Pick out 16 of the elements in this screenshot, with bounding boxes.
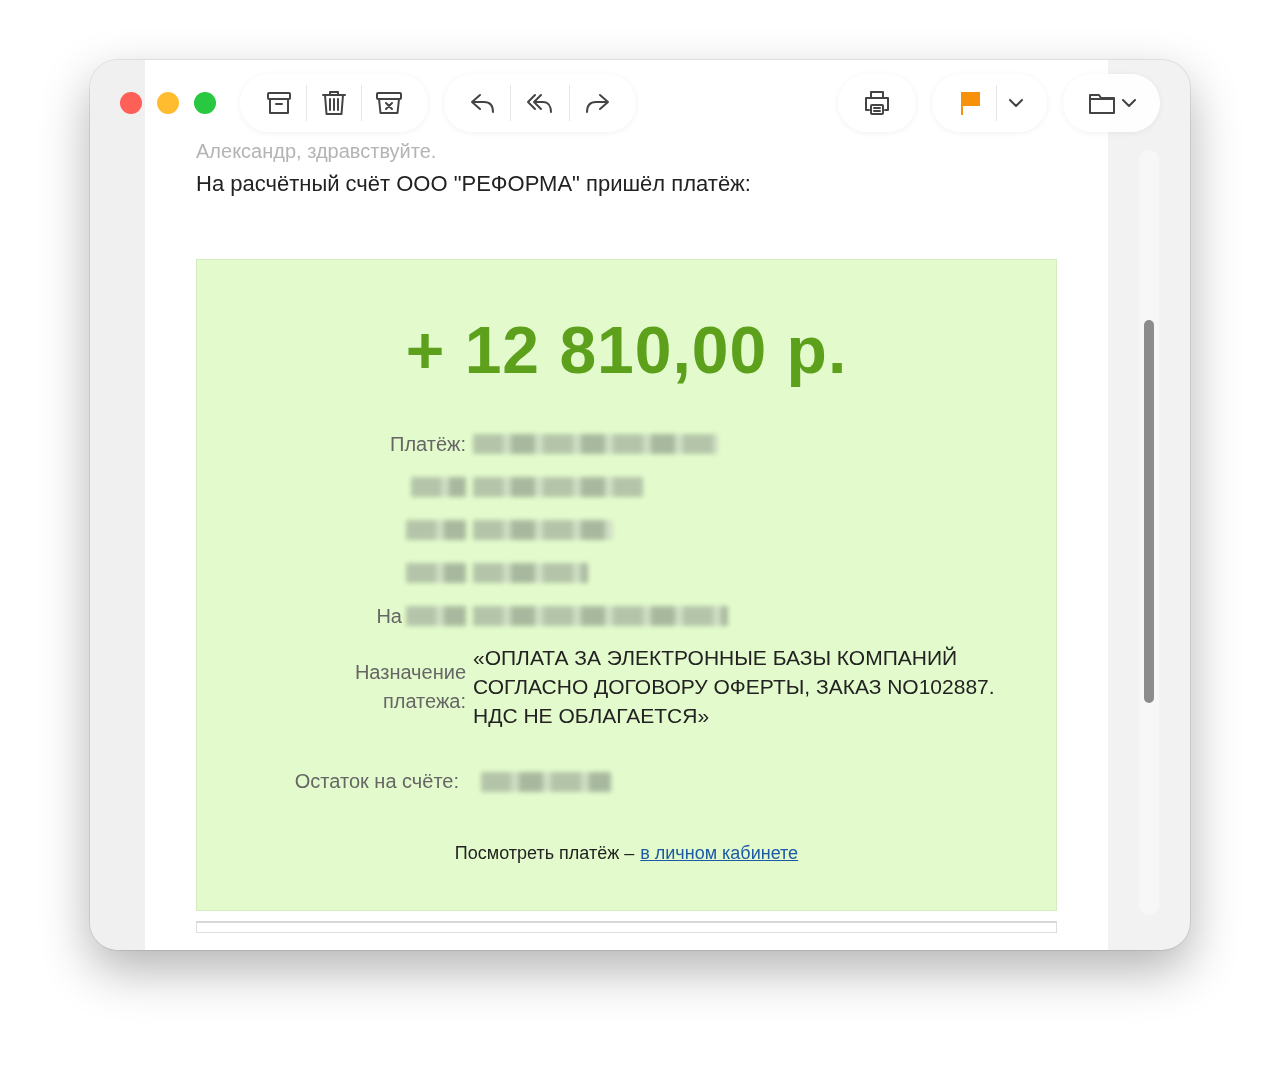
chevron-down-icon: [1009, 99, 1023, 107]
scrollbar[interactable]: [1139, 150, 1159, 915]
scroll-thumb[interactable]: [1144, 320, 1154, 703]
account-link[interactable]: в личном кабинете: [640, 843, 799, 864]
field-label: На: [376, 603, 402, 629]
field-label: Платёж:: [390, 431, 466, 457]
field-label: Назначение платежа:: [353, 659, 466, 714]
field-label: Остаток на счёте:: [294, 770, 459, 793]
greeting-text: Александр, здравствуйте.: [196, 140, 438, 163]
chevron-down-icon: [1122, 99, 1136, 107]
view-payment-text: Посмотреть платёж –: [454, 843, 635, 864]
intro-text: На расчётный счёт ООО "РЕФОРМА" пришёл платёж:: [196, 171, 752, 197]
payment-amount: + 12 810,00 р.: [404, 312, 849, 388]
field-value: «ОПЛАТА ЗА ЭЛЕКТРОННЫЕ БАЗЫ КОМПАНИЙ СОГЛАСНО ДОГОВОРУ ОФЕРТЫ, ЗАКАЗ NO102887. НДС НЕ ОБЛАГАЕТСЯ»: [473, 645, 996, 729]
printer-icon: [862, 88, 892, 118]
trash-icon: [319, 88, 349, 118]
